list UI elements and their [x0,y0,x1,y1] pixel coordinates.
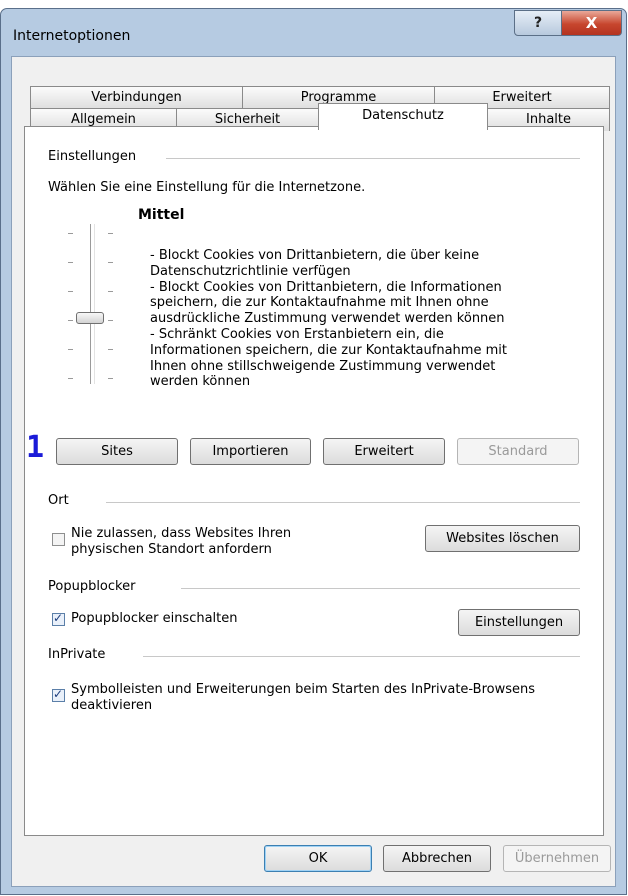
description-line: speichern, die zur Kontaktaufnahme mit I… [150,295,489,311]
inprivate-checkbox-label-2: deaktivieren [71,698,153,713]
tab-label: Erweitert [492,90,552,105]
settings-section-label: Einstellungen [48,149,137,164]
advanced-button[interactable]: Erweitert [323,438,445,465]
annotation-marker: 1 [26,430,45,465]
tab-label: Verbindungen [91,90,182,105]
privacy-slider-thumb[interactable] [76,312,104,324]
clear-websites-button[interactable]: Websites löschen [425,525,580,552]
slider-tick [68,320,73,321]
description-line: - Blockt Cookies von Drittanbietern, die… [150,248,480,263]
ok-button[interactable]: OK [264,845,372,872]
popup-divider [181,588,580,589]
import-button[interactable]: Importieren [190,438,311,465]
tab-label: Inhalte [526,112,571,127]
slider-tick [68,262,73,263]
description-line: ausdrückliche Zustimmung verwendet werde… [150,311,505,327]
popup-checkbox-label: Popupblocker einschalten [71,611,238,626]
tab-label: Allgemein [71,112,136,127]
description-line: Informationen speichern, die zur Kontakt… [150,342,507,358]
privacy-level-description: - Blockt Cookies von Drittanbietern, die… [150,248,550,390]
sites-button[interactable]: Sites [56,438,178,465]
title-bar[interactable]: Internetoptionen ? X [1,9,626,55]
tab-verbindungen[interactable]: Verbindungen [30,86,243,109]
settings-instruction: Wählen Sie eine Einstellung für die Inte… [48,180,366,195]
slider-tick [108,320,113,321]
inprivate-checkbox[interactable] [52,687,65,702]
slider-tick [108,291,113,292]
close-button[interactable]: X [561,10,622,36]
slider-tick [68,378,73,379]
description-line: Ihnen ohne stillschweigende Zustimmung v… [150,358,496,374]
tab-label: Datenschutz [362,108,444,123]
window-title: Internetoptionen [13,28,131,44]
location-section-label: Ort [48,493,69,508]
settings-divider [166,158,580,159]
slider-tick [68,349,73,350]
tab-datenschutz[interactable]: Datenschutz [318,103,488,130]
description-line: - Blockt Cookies von Drittanbietern, die… [150,279,502,295]
slider-tick [68,291,73,292]
tab-label: Sicherheit [214,112,281,127]
apply-button[interactable]: Übernehmen [503,845,611,872]
popup-section-label: Popupblocker [48,579,136,594]
help-button[interactable]: ? [514,10,562,36]
inprivate-section-label: InPrivate [48,647,106,662]
privacy-level-title: Mittel [138,207,185,223]
location-checkbox-label-2: physischen Standort anfordern [71,542,272,557]
help-icon: ? [533,15,543,31]
description-line: Datenschutzrichtlinie verfügen [150,263,351,279]
cancel-button[interactable]: Abbrechen [383,845,491,872]
slider-tick [68,233,73,234]
privacy-slider-track[interactable] [90,224,95,384]
slider-tick [108,378,113,379]
slider-tick [108,262,113,263]
inprivate-divider [143,656,580,657]
description-line: werden können [150,374,251,390]
location-checkbox-label-1: Nie zulassen, dass Websites Ihren [71,526,292,541]
slider-tick [108,233,113,234]
inprivate-checkbox-label-1: Symbolleisten und Erweiterungen beim Sta… [71,682,536,697]
default-button[interactable]: Standard [457,438,579,465]
location-checkbox[interactable] [52,533,65,546]
description-line: - Schränkt Cookies von Erstanbietern ein… [150,326,444,342]
location-divider [106,502,580,503]
popup-checkbox[interactable] [52,611,65,626]
slider-tick [108,349,113,350]
close-icon: X [585,14,598,32]
popup-settings-button[interactable]: Einstellungen [458,609,580,636]
